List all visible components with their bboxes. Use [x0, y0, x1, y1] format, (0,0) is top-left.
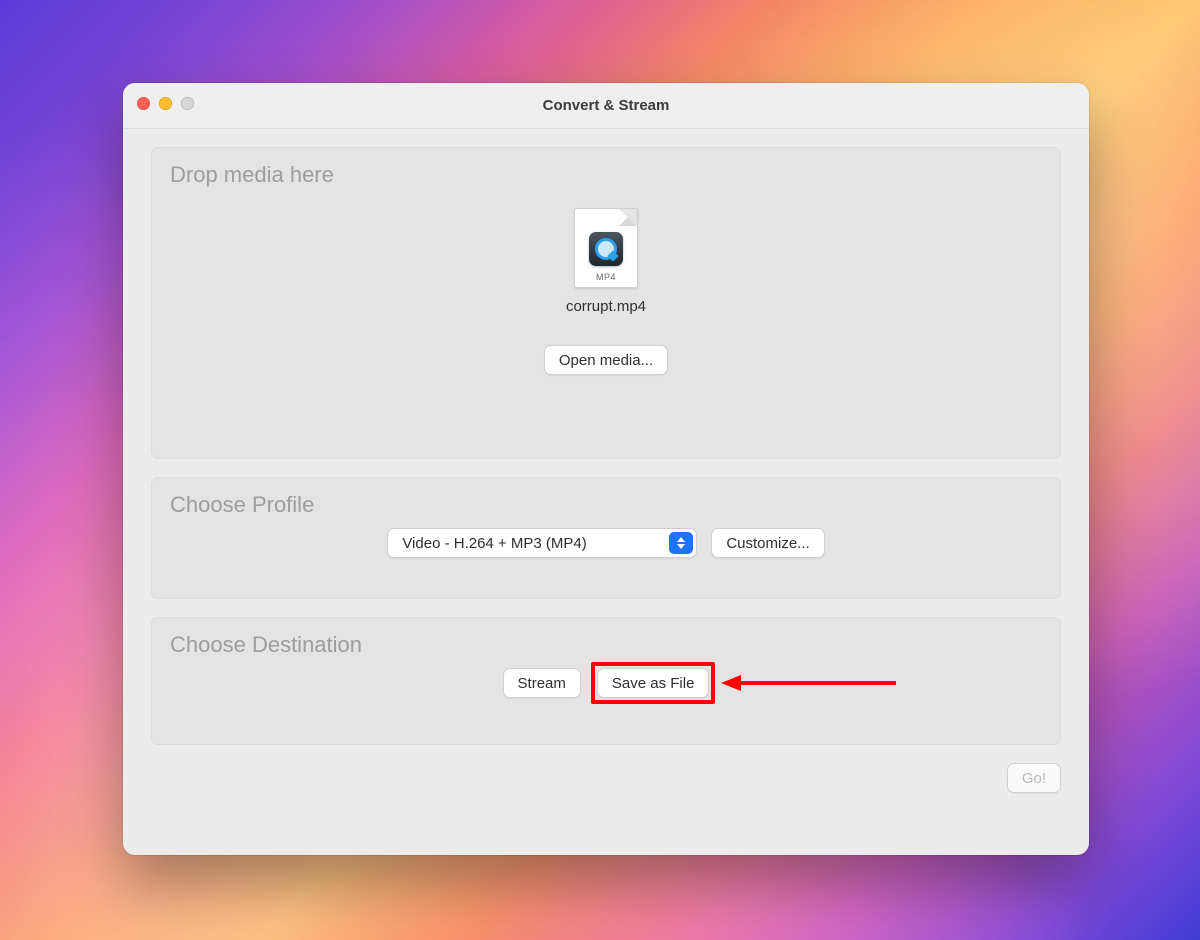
- window-close-button[interactable]: [137, 97, 150, 110]
- drop-media-heading: Drop media here: [170, 162, 1042, 188]
- file-extension-label: MP4: [596, 272, 616, 282]
- save-as-file-button[interactable]: Save as File: [597, 668, 710, 698]
- stream-button[interactable]: Stream: [503, 668, 581, 698]
- window-title: Convert & Stream: [123, 97, 1089, 114]
- choose-destination-panel: Choose Destination Stream Save as File: [151, 617, 1061, 745]
- destination-row: Stream Save as File: [170, 668, 1042, 698]
- window-minimize-button[interactable]: [159, 97, 172, 110]
- window-traffic-lights: [137, 97, 194, 110]
- select-stepper-icon: [669, 532, 693, 554]
- file-name-label: corrupt.mp4: [566, 298, 646, 315]
- quicktime-icon: [589, 232, 623, 266]
- choose-profile-heading: Choose Profile: [170, 492, 1042, 518]
- media-file-icon[interactable]: MP4: [574, 208, 638, 288]
- profile-select[interactable]: Video - H.264 + MP3 (MP4): [387, 528, 697, 558]
- profile-row: Video - H.264 + MP3 (MP4) Customize...: [170, 528, 1042, 558]
- open-media-button[interactable]: Open media...: [544, 345, 668, 375]
- choose-destination-heading: Choose Destination: [170, 632, 1042, 658]
- convert-stream-window: Convert & Stream Drop media here MP4 cor…: [123, 83, 1089, 855]
- window-content: Drop media here MP4 corrupt.mp4 Open med…: [123, 129, 1089, 757]
- customize-button[interactable]: Customize...: [711, 528, 824, 558]
- quicktime-glyph-icon: [595, 238, 617, 260]
- choose-profile-panel: Choose Profile Video - H.264 + MP3 (MP4)…: [151, 477, 1061, 599]
- window-titlebar: Convert & Stream: [123, 83, 1089, 129]
- profile-select-value: Video - H.264 + MP3 (MP4): [402, 535, 586, 552]
- go-button: Go!: [1007, 763, 1061, 793]
- window-footer: Go!: [123, 763, 1089, 793]
- drop-area[interactable]: MP4 corrupt.mp4 Open media...: [170, 194, 1042, 375]
- drop-media-panel[interactable]: Drop media here MP4 corrupt.mp4 Open med…: [151, 147, 1061, 459]
- window-zoom-button[interactable]: [181, 97, 194, 110]
